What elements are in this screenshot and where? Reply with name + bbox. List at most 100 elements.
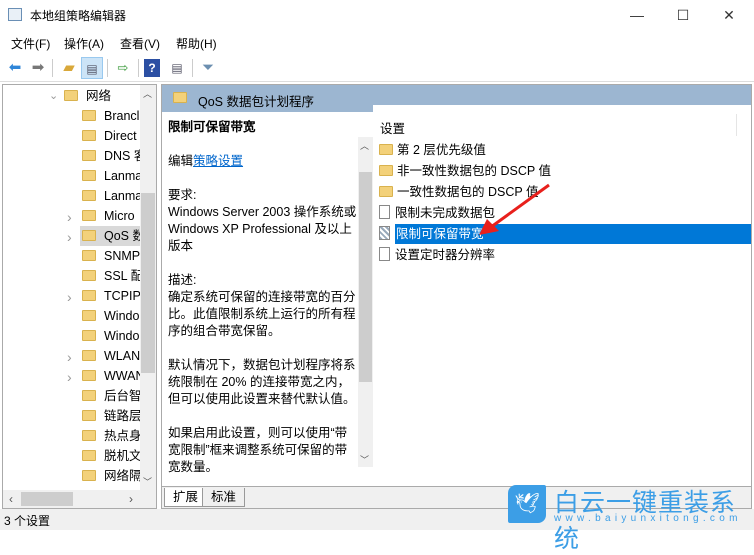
folder-icon [64, 90, 78, 101]
menu-bar: 文件(F) 操作(A) 查看(V) 帮助(H) [0, 31, 754, 53]
scroll-thumb[interactable] [359, 172, 372, 382]
tree-item[interactable]: TCPIP [82, 286, 141, 306]
tree-item-label: 链路层 [104, 409, 142, 423]
list-item[interactable]: 限制未完成数据包 [379, 203, 751, 223]
folder-icon [82, 170, 96, 181]
window-title: 本地组策略编辑器 [30, 9, 127, 23]
chevron-right-icon[interactable]: › [67, 369, 72, 385]
tree-item[interactable]: DNS 客 [82, 146, 146, 166]
folder-icon [82, 110, 96, 121]
tree-item-label: Brancl [104, 109, 140, 123]
maximize-button[interactable]: ☐ [660, 0, 706, 30]
scroll-down-icon[interactable]: ﹀ [143, 475, 152, 488]
folder-icon [82, 410, 96, 421]
scroll-thumb[interactable] [21, 492, 73, 506]
scroll-right-icon[interactable]: › [129, 492, 133, 506]
folder-icon [379, 165, 393, 176]
list-item-label: 设置定时器分辨率 [395, 248, 496, 262]
chevron-right-icon[interactable]: › [67, 229, 72, 245]
scroll-up-icon[interactable]: ︿ [360, 139, 369, 152]
export-list-icon[interactable]: ⇨ [112, 57, 134, 79]
tree-item[interactable]: 热点身 [82, 426, 142, 446]
list-item[interactable]: 设置定时器分辨率 [379, 245, 751, 265]
tree-item[interactable]: 脱机文 [82, 446, 142, 466]
folder-icon [82, 350, 96, 361]
tree-item[interactable]: SSL 配 [82, 266, 143, 286]
list-item[interactable]: 第 2 层优先级值 [379, 140, 751, 160]
menu-file[interactable]: 文件(F) [11, 35, 50, 52]
status-text: 3 个设置 [4, 514, 51, 528]
tab-extended[interactable]: 扩展 [164, 488, 208, 507]
tree-item-label: SSL 配 [104, 269, 144, 283]
help-icon[interactable]: ? [144, 59, 160, 77]
column-header-setting[interactable]: 设置 [380, 118, 405, 137]
tree-item-network[interactable]: 网络 [64, 86, 111, 106]
settings-list: 设置 第 2 层优先级值非一致性数据包的 DSCP 值一致性数据包的 DSCP … [373, 105, 751, 486]
tree-vertical-scrollbar[interactable]: ︿ ﹀ [140, 85, 156, 490]
folder-icon [82, 370, 96, 381]
list-item-label: 非一致性数据包的 DSCP 值 [397, 164, 551, 178]
menu-action[interactable]: 操作(A) [64, 35, 104, 52]
enable-text: 如果启用此设置，则可以使用“带宽限制”框来调整系统可保留的带宽数量。 [168, 426, 348, 474]
folder-icon [82, 310, 96, 321]
folder-icon [82, 290, 96, 301]
forward-icon[interactable]: ➡ [27, 57, 49, 79]
menu-view[interactable]: 查看(V) [120, 35, 160, 52]
tree-item[interactable]: Windo [82, 326, 139, 346]
up-folder-icon[interactable]: ▰ [58, 57, 80, 79]
tree-item[interactable]: 网络隔 [82, 466, 142, 486]
folder-icon [82, 230, 96, 241]
scroll-up-icon[interactable]: ︿ [143, 87, 152, 100]
list-item-label: 限制可保留带宽 [395, 224, 751, 244]
tree-item[interactable]: WLAN [82, 346, 140, 366]
show-action-pane-icon[interactable]: ▤ [166, 57, 188, 79]
tree-item[interactable]: 后台智 [82, 386, 142, 406]
tree-item-label: SNMP [104, 249, 141, 263]
chevron-right-icon[interactable]: › [67, 209, 72, 225]
folder-icon [82, 450, 96, 461]
tree-item[interactable]: SNMP [82, 246, 140, 266]
tree-horizontal-scrollbar[interactable]: ‹ › [3, 490, 156, 508]
tree-item-label: QoS 数 [104, 229, 145, 243]
minimize-button[interactable]: — [614, 0, 660, 30]
tab-standard[interactable]: 标准 [202, 488, 246, 507]
close-button[interactable]: ✕ [706, 0, 752, 30]
tree-item[interactable]: Windo [82, 306, 139, 326]
bird-icon: 🕊 [508, 485, 546, 523]
description-scrollbar[interactable]: ︿ ﹀ [358, 137, 373, 467]
scroll-thumb[interactable] [141, 193, 155, 373]
tree-item-label: 网络隔 [104, 469, 142, 483]
folder-icon [173, 92, 187, 103]
tree-item[interactable]: QoS 数 [80, 226, 145, 246]
tree-item[interactable]: Brancl [82, 106, 139, 126]
tree-item[interactable]: Direct [82, 126, 137, 146]
folder-icon [82, 390, 96, 401]
tree-item-label: Micro [104, 209, 135, 223]
chevron-right-icon[interactable]: › [67, 289, 72, 305]
scroll-left-icon[interactable]: ‹ [9, 492, 13, 506]
toolbar-divider [52, 59, 53, 77]
scroll-down-icon[interactable]: ﹀ [360, 453, 369, 466]
filter-icon[interactable]: ⏷ [197, 57, 219, 79]
policy-settings-link[interactable]: 策略设置 [193, 154, 243, 168]
description-panel: 限制可保留带宽 编辑策略设置 要求: Windows Server 2003 操作… [162, 112, 373, 486]
tree-item-label: Lanma [104, 169, 143, 183]
details-pane: QoS 数据包计划程序 限制可保留带宽 编辑策略设置 要求: Windows Se… [161, 84, 752, 509]
list-item[interactable]: 非一致性数据包的 DSCP 值 [379, 161, 751, 181]
tree-item-label: Windo [104, 309, 140, 323]
list-item[interactable]: 一致性数据包的 DSCP 值 [379, 182, 751, 202]
tree-item[interactable]: Lanma [82, 186, 142, 206]
back-icon[interactable]: ⬅ [4, 57, 26, 79]
list-item[interactable]: 限制可保留带宽 [379, 224, 751, 244]
requirements-text: Windows Server 2003 操作系统或 Windows XP Pro… [168, 205, 357, 253]
tree-item[interactable]: Micro [82, 206, 135, 226]
tree-item-label: Direct [104, 129, 137, 143]
menu-help[interactable]: 帮助(H) [176, 35, 217, 52]
show-hide-tree-icon[interactable]: ▤ [81, 57, 103, 79]
folder-icon [82, 270, 96, 281]
tree-item[interactable]: WWAN [82, 366, 145, 386]
tree-item[interactable]: 链路层 [82, 406, 142, 426]
tree-item[interactable]: Lanma [82, 166, 142, 186]
chevron-down-icon[interactable]: ⌄ [49, 89, 58, 102]
chevron-right-icon[interactable]: › [67, 349, 72, 365]
